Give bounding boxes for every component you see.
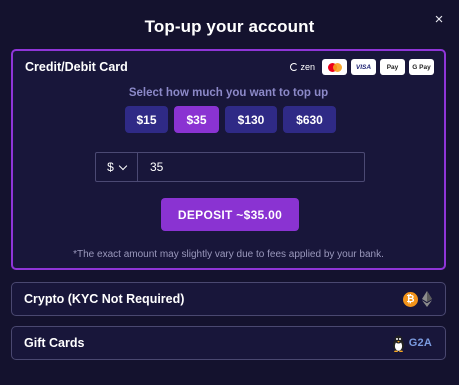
crypto-icons: ₿ xyxy=(403,291,432,307)
amount-button-35[interactable]: $35 xyxy=(174,106,219,133)
amount-options: $15 $35 $130 $630 xyxy=(125,106,336,133)
card-section-title: Credit/Debit Card xyxy=(25,60,128,74)
card-payment-section: Credit/Debit Card zen VISA Pay G Pay Sel… xyxy=(11,49,446,270)
bitcoin-icon: ₿ xyxy=(403,291,418,307)
amount-button-15[interactable]: $15 xyxy=(125,106,168,133)
page-title: Top-up your account xyxy=(144,17,315,36)
zen-icon xyxy=(290,63,299,71)
amount-button-130[interactable]: $130 xyxy=(225,106,277,133)
amount-input-row: $ xyxy=(95,152,365,182)
payment-logos: zen VISA Pay G Pay xyxy=(290,59,434,75)
visa-icon: VISA xyxy=(351,59,376,75)
crypto-label: Crypto (KYC Not Required) xyxy=(24,292,185,306)
gift-card-icons: G2A xyxy=(392,335,432,352)
select-amount-label: Select how much you want to top up xyxy=(128,87,329,99)
crypto-section[interactable]: Crypto (KYC Not Required) ₿ xyxy=(11,282,446,316)
fee-note: *The exact amount may slightly vary due … xyxy=(73,249,384,260)
penguin-icon xyxy=(392,335,404,352)
currency-select[interactable]: $ xyxy=(96,153,138,181)
g2a-logo: G2A xyxy=(408,337,432,349)
ethereum-icon xyxy=(422,291,432,307)
amount-button-630[interactable]: $630 xyxy=(283,106,336,133)
chevron-down-icon xyxy=(118,161,128,170)
currency-symbol: $ xyxy=(107,160,114,174)
gift-cards-label: Gift Cards xyxy=(24,336,85,350)
apple-pay-icon: Pay xyxy=(380,59,405,75)
zen-logo: zen xyxy=(290,62,315,72)
close-icon[interactable]: × xyxy=(431,12,447,28)
gift-cards-section[interactable]: Gift Cards G2A xyxy=(11,326,446,360)
google-pay-icon: G Pay xyxy=(409,59,434,75)
zen-label: zen xyxy=(300,62,315,72)
amount-input[interactable] xyxy=(138,153,364,181)
mastercard-icon xyxy=(322,59,347,75)
deposit-button[interactable]: DEPOSIT ~$35.00 xyxy=(161,198,299,231)
